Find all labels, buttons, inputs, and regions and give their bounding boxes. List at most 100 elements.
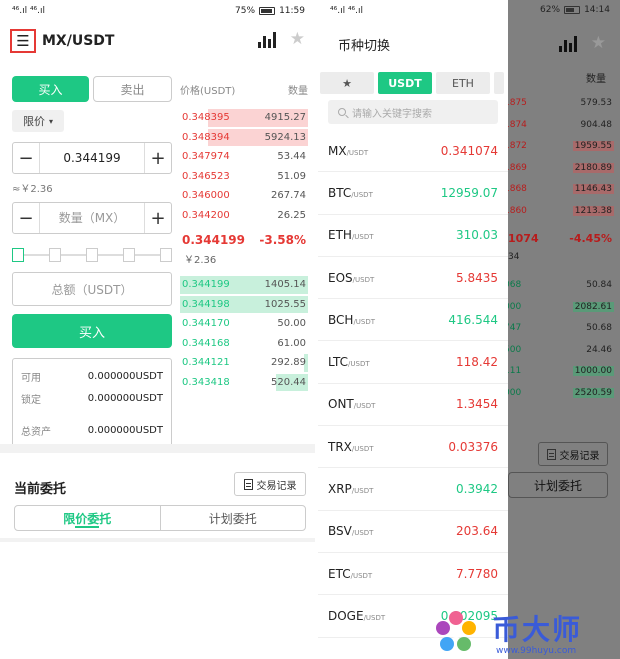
ask-row[interactable]: 0.348395 4915.27 bbox=[180, 108, 308, 128]
coin-item[interactable]: MX/USDT 0.341074 bbox=[318, 130, 508, 173]
ask-row[interactable]: 0.347974 53.44 bbox=[180, 147, 308, 167]
dimmed-row: 068 50.84 bbox=[504, 280, 612, 290]
coin-item[interactable]: ETH/USDT 310.03 bbox=[318, 215, 508, 257]
coin-item[interactable]: BSV/USDT 203.64 bbox=[318, 511, 508, 553]
dimmed-row: 000 2082.61 bbox=[504, 301, 614, 312]
ask-qty: 5924.13 bbox=[264, 131, 306, 143]
dimmed-row: 1868 1146.43 bbox=[504, 184, 614, 194]
favorite-star-icon[interactable]: ★ bbox=[290, 30, 305, 48]
bid-row[interactable]: 0.344170 50.00 bbox=[180, 314, 308, 334]
tab-limit-orders[interactable]: 限价委托 bbox=[15, 506, 160, 530]
dimmed-background-screen[interactable]: 62% 14:14 ★ 数量 1875 579.53 1874 904.48 1872 1… bbox=[504, 0, 620, 659]
sell-tab[interactable]: 卖出 bbox=[93, 76, 172, 102]
coin-list: MX/USDT 0.341074 BTC/USDT 12959.07 ETH/USDT 3… bbox=[318, 130, 508, 638]
coin-price: 0.341074 bbox=[440, 143, 498, 158]
ask-row[interactable]: 0.348394 5924.13 bbox=[180, 128, 308, 148]
bid-price: 0.344168 bbox=[182, 337, 230, 349]
slider-knob-25[interactable] bbox=[49, 248, 61, 262]
battery-icon bbox=[564, 6, 581, 14]
slider-knob-100[interactable] bbox=[160, 248, 172, 262]
bid-row[interactable]: 0.344199 1405.14 bbox=[180, 275, 308, 295]
coin-item[interactable]: LTC/USDT 118.42 bbox=[318, 341, 508, 384]
bid-row[interactable]: 0.344121 292.89 bbox=[180, 353, 308, 373]
price-decrease-button[interactable]: − bbox=[13, 148, 39, 169]
document-icon bbox=[546, 448, 556, 460]
ask-qty: 53.44 bbox=[277, 151, 306, 163]
coin-quote: /USDT bbox=[353, 317, 376, 326]
coin-item[interactable]: BTC/USDT 12959.07 bbox=[318, 172, 508, 215]
last-price: 0.344199 bbox=[182, 233, 246, 247]
tab-favorites[interactable]: ★ bbox=[320, 72, 374, 94]
coin-item[interactable]: ONT/USDT 1.3454 bbox=[318, 384, 508, 427]
ask-row[interactable]: 0.346523 51.09 bbox=[180, 167, 308, 187]
coin-name: ETC bbox=[328, 566, 351, 581]
buy-button[interactable]: 买入 bbox=[12, 314, 172, 348]
dimmed-row: 1872 1959.55 bbox=[504, 141, 614, 151]
tab-eth[interactable]: ETH bbox=[436, 72, 490, 94]
bid-price: 0.344199 bbox=[182, 279, 230, 291]
order-tabs: 限价委托 计划委托 bbox=[14, 505, 306, 531]
kline-chart-icon bbox=[558, 34, 577, 52]
coin-item[interactable]: TRX/USDT 0.03376 bbox=[318, 426, 508, 469]
flower-logo-icon bbox=[436, 611, 476, 651]
search-icon bbox=[338, 108, 346, 116]
ask-price: 0.347974 bbox=[182, 151, 230, 163]
amount-slider[interactable] bbox=[12, 248, 172, 262]
coin-name: ONT bbox=[328, 397, 354, 412]
bid-qty: 1405.14 bbox=[264, 279, 306, 291]
tab-more[interactable] bbox=[494, 72, 504, 94]
slider-knob-75[interactable] bbox=[123, 248, 135, 262]
coin-price: 0.03376 bbox=[448, 439, 498, 454]
ask-row[interactable]: 0.346000 267.74 bbox=[180, 186, 308, 206]
coin-item[interactable]: ETC/USDT 7.7780 bbox=[318, 553, 508, 596]
favorite-star-icon: ★ bbox=[590, 33, 606, 53]
signal-indicator: ⁴⁶.ıl ⁴⁶.ıl bbox=[330, 6, 364, 16]
quantity-input[interactable]: 数量（MX） bbox=[39, 203, 145, 233]
dimmed-row: 000 2520.59 bbox=[504, 387, 614, 398]
right-screen: 62% 14:14 ★ 数量 1875 579.53 1874 904.48 1872 1… bbox=[318, 0, 620, 659]
slider-knob-0[interactable] bbox=[12, 248, 24, 262]
bid-row[interactable]: 0.343418 520.44 bbox=[180, 373, 308, 393]
watermark: 币大师 www.99huyu.com bbox=[432, 606, 602, 656]
ask-row[interactable]: 0.344200 26.25 bbox=[180, 206, 308, 226]
bid-qty: 520.44 bbox=[271, 376, 306, 388]
order-type-select[interactable]: 限价 ▾ bbox=[12, 110, 64, 132]
ask-price: 0.348395 bbox=[182, 112, 230, 124]
tab-plan-orders[interactable]: 计划委托 bbox=[159, 506, 306, 530]
bid-row[interactable]: 0.344168 61.00 bbox=[180, 334, 308, 354]
coin-price: 310.03 bbox=[456, 228, 498, 243]
coin-item[interactable]: EOS/USDT 5.8435 bbox=[318, 257, 508, 300]
last-price-row: 0.344199 -3.58% bbox=[180, 233, 308, 247]
signal-indicator: ⁴⁶.ıl ⁴⁶.ıl bbox=[12, 6, 46, 16]
dimmed-plan-tab: 计划委托 bbox=[508, 472, 608, 498]
drawer-title: 币种切换 bbox=[338, 38, 391, 54]
total-input[interactable]: 总额（USDT） bbox=[12, 272, 172, 306]
quantity-increase-button[interactable]: + bbox=[145, 208, 171, 229]
coin-name: BCH bbox=[328, 312, 354, 327]
pair-title[interactable]: MX/USDT bbox=[42, 33, 114, 49]
menu-drawer-button[interactable]: ☰ bbox=[10, 29, 36, 53]
coin-item[interactable]: XRP/USDT 0.3942 bbox=[318, 468, 508, 511]
coin-search-input[interactable]: 请输入关键字搜索 bbox=[328, 100, 498, 124]
tab-usdt[interactable]: USDT bbox=[378, 72, 432, 94]
coin-name: MX bbox=[328, 143, 347, 158]
chevron-down-icon: ▾ bbox=[48, 116, 53, 126]
price-increase-button[interactable]: + bbox=[145, 148, 171, 169]
kline-chart-icon[interactable] bbox=[257, 30, 276, 48]
coin-price: 1.3454 bbox=[456, 397, 498, 412]
slider-knob-50[interactable] bbox=[86, 248, 98, 262]
bid-price: 0.344121 bbox=[182, 357, 230, 369]
coin-quote: /USDT bbox=[351, 529, 374, 538]
quantity-decrease-button[interactable]: − bbox=[13, 208, 39, 229]
buy-tab[interactable]: 买入 bbox=[12, 76, 89, 102]
coin-name: BTC bbox=[328, 185, 352, 200]
bid-row[interactable]: 0.344198 1025.55 bbox=[180, 295, 308, 315]
price-input[interactable]: 0.344199 bbox=[39, 143, 145, 173]
dimmed-row: 1869 2180.89 bbox=[504, 162, 614, 173]
trade-history-button[interactable]: 交易记录 bbox=[234, 472, 306, 496]
coin-price: 416.544 bbox=[448, 312, 498, 327]
coin-item[interactable]: BCH/USDT 416.544 bbox=[318, 299, 508, 342]
bottom-divider bbox=[0, 538, 315, 542]
bid-qty: 292.89 bbox=[271, 357, 306, 369]
bid-price: 0.343418 bbox=[182, 376, 230, 388]
